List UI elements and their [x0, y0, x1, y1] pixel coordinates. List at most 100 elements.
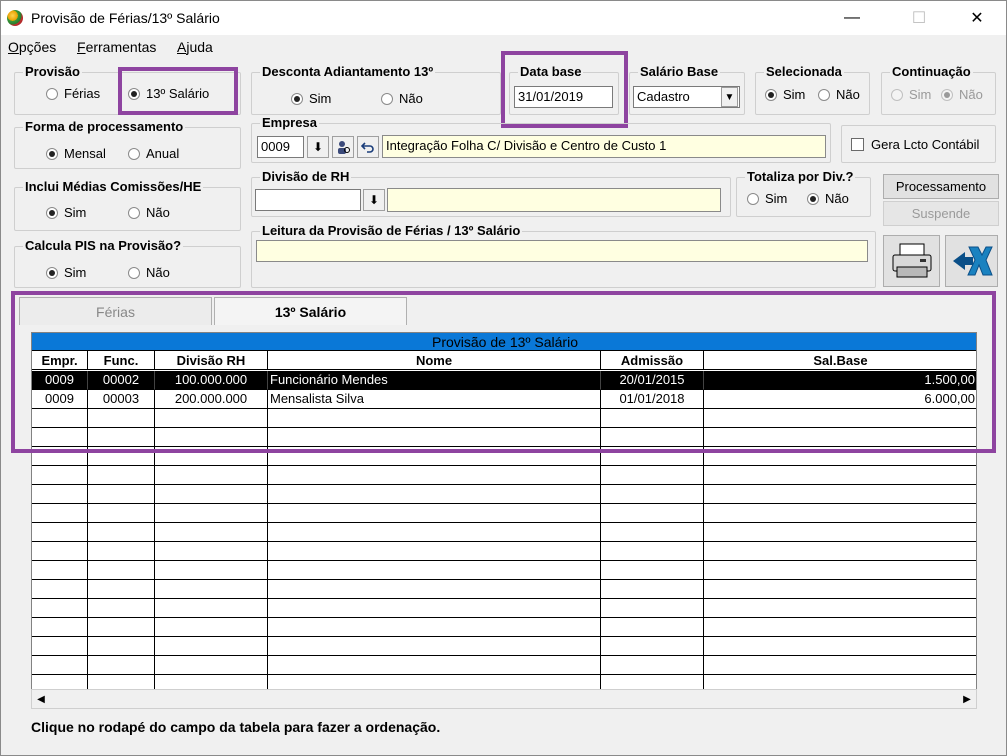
suspende-button: Suspende — [883, 201, 999, 226]
radio-dot-icon — [46, 147, 58, 160]
radio-dot-icon — [291, 92, 303, 105]
exit-icon[interactable] — [945, 235, 998, 287]
radio-dot-icon — [128, 266, 140, 279]
divisao-rh-code-input[interactable] — [255, 189, 361, 211]
grid-row-line — [32, 484, 976, 485]
radio-label: Férias — [64, 86, 101, 101]
cell: 00002 — [88, 371, 155, 390]
provisao-13-radio[interactable]: 13º Salário — [128, 86, 209, 101]
radio-label: Sim — [309, 91, 332, 106]
radio-dot-icon — [765, 88, 777, 101]
grid-row-line — [32, 541, 976, 542]
radio-label: Sim — [909, 87, 932, 102]
radio-label: Não — [836, 87, 860, 102]
desconta-sim-radio[interactable]: Sim — [291, 91, 331, 106]
cell: 0009 — [32, 371, 88, 390]
cell: 6.000,00 — [704, 390, 976, 409]
grid-column-line — [87, 409, 88, 690]
calcula-pis-legend: Calcula PIS na Provisão? — [23, 238, 184, 253]
desconta-nao-radio[interactable]: Não — [381, 91, 423, 106]
data-base-input[interactable]: 31/01/2019 — [514, 86, 613, 108]
tab-ferias[interactable]: Férias — [19, 297, 212, 325]
table-caption: Provisão de 13º Salário — [32, 333, 976, 351]
forma-anual-radio[interactable]: Anual — [128, 146, 179, 161]
radio-label: Não — [959, 87, 983, 102]
undo-icon[interactable] — [357, 136, 379, 158]
grid-row-line — [32, 465, 976, 466]
person-search-icon[interactable] — [332, 136, 354, 158]
radio-dot-icon — [381, 92, 393, 105]
table-header: Empr. Func. Divisão RH Nome Admissão Sal… — [32, 351, 976, 370]
cell: 0009 — [32, 390, 88, 409]
cell: Mensalista Silva — [268, 390, 601, 409]
cell: 00003 — [88, 390, 155, 409]
selecionada-sim-radio[interactable]: Sim — [765, 87, 805, 102]
empresa-code-input[interactable]: 0009 — [257, 136, 304, 158]
forma-processamento-legend: Forma de processamento — [23, 119, 186, 134]
menu-ajuda[interactable]: Ajuda — [177, 39, 213, 55]
radio-dot-icon — [807, 192, 819, 205]
lookup-down-icon[interactable]: ⬇ — [307, 136, 329, 158]
checkbox-icon — [851, 138, 864, 151]
column-header-func[interactable]: Func. — [88, 351, 155, 369]
column-header-admissao[interactable]: Admissão — [601, 351, 704, 369]
selecionada-legend: Selecionada — [764, 64, 844, 79]
continuacao-sim-radio: Sim — [891, 87, 931, 102]
totaliza-nao-radio[interactable]: Não — [807, 191, 849, 206]
empresa-name-field: Integração Folha C/ Divisão e Centro de … — [382, 135, 826, 158]
radio-label: Não — [825, 191, 849, 206]
radio-label: Não — [146, 205, 170, 220]
chevron-down-icon[interactable]: ▼ — [721, 87, 738, 107]
gera-lcto-checkbox[interactable]: Gera Lcto Contábil — [851, 137, 979, 152]
desconta-group: Desconta Adiantamento 13º — [251, 64, 501, 115]
table-row[interactable]: 0009 00002 100.000.000 Funcionário Mende… — [32, 371, 976, 390]
inclui-medias-sim-radio[interactable]: Sim — [46, 205, 86, 220]
grid-column-line — [703, 409, 704, 690]
salario-base-legend: Salário Base — [638, 64, 721, 79]
menu-ferramentas[interactable]: Ferramentas — [77, 39, 156, 55]
app-icon — [7, 10, 23, 26]
selecionada-nao-radio[interactable]: Não — [818, 87, 860, 102]
scroll-right-icon[interactable]: ▶ — [958, 690, 976, 708]
column-header-divisao[interactable]: Divisão RH — [155, 351, 268, 369]
radio-label: Não — [146, 265, 170, 280]
close-icon[interactable]: ✕ — [954, 1, 1000, 35]
totaliza-sim-radio[interactable]: Sim — [747, 191, 787, 206]
inclui-medias-nao-radio[interactable]: Não — [128, 205, 170, 220]
scroll-left-icon[interactable]: ◀ — [32, 690, 50, 708]
column-header-empr[interactable]: Empr. — [32, 351, 88, 369]
calcula-pis-nao-radio[interactable]: Não — [128, 265, 170, 280]
radio-dot-icon — [128, 87, 140, 100]
status-text: Clique no rodapé do campo da tabela para… — [31, 719, 441, 735]
menu-opcoes[interactable]: Opções — [8, 39, 56, 55]
processamento-button[interactable]: Processamento — [883, 174, 999, 199]
calcula-pis-sim-radio[interactable]: Sim — [46, 265, 86, 280]
continuacao-legend: Continuação — [890, 64, 973, 79]
cell: Funcionário Mendes — [268, 371, 601, 390]
leitura-legend: Leitura da Provisão de Férias / 13º Salá… — [260, 223, 523, 238]
inclui-medias-legend: Inclui Médias Comissões/HE — [23, 179, 204, 194]
horizontal-scrollbar[interactable]: ◀ ▶ — [31, 689, 977, 709]
printer-icon[interactable] — [883, 235, 940, 287]
grid-row-line — [32, 617, 976, 618]
column-header-nome[interactable]: Nome — [268, 351, 601, 369]
data-base-legend: Data base — [518, 64, 584, 79]
tab-13-salario[interactable]: 13º Salário — [214, 297, 407, 325]
lookup-down-icon[interactable]: ⬇ — [363, 189, 385, 211]
minimize-icon[interactable]: — — [829, 1, 875, 35]
radio-dot-icon — [891, 88, 903, 101]
checkbox-label: Gera Lcto Contábil — [871, 137, 980, 152]
divisao-rh-legend: Divisão de RH — [260, 169, 352, 184]
radio-label: Não — [399, 91, 423, 106]
grid-row-line — [32, 636, 976, 637]
table-row[interactable]: 0009 00003 200.000.000 Mensalista Silva … — [32, 390, 976, 409]
forma-mensal-radio[interactable]: Mensal — [46, 146, 106, 161]
cell: 1.500,00 — [704, 371, 976, 390]
radio-label: Sim — [783, 87, 806, 102]
radio-dot-icon — [128, 206, 140, 219]
column-header-salbase[interactable]: Sal.Base — [704, 351, 976, 369]
provisao-ferias-radio[interactable]: Férias — [46, 86, 100, 101]
cell: 200.000.000 — [155, 390, 268, 409]
leitura-field — [256, 240, 868, 262]
desconta-legend: Desconta Adiantamento 13º — [260, 64, 436, 79]
